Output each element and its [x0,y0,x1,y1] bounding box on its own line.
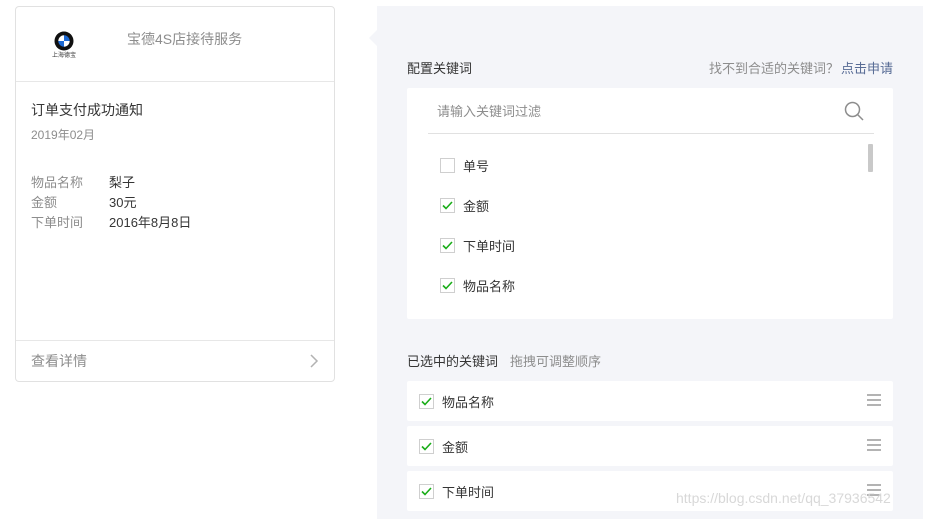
field-value: 30元 [109,195,137,210]
keyword-list-scrollbar[interactable] [868,144,873,172]
message-title: 订单支付成功通知 [31,102,143,118]
drag-handle-icon[interactable] [867,394,881,406]
keyword-option[interactable]: 金额 [440,196,489,215]
checkmark-icon [421,396,432,406]
checkmark-icon [421,486,432,496]
checkmark-icon [442,241,453,250]
checkbox-checked[interactable] [419,393,434,409]
field-key: 下单时间 [31,215,84,230]
keyword-option-label: 单号 [463,159,490,174]
keyword-tip: 找不到合适的关键词？ [708,61,839,76]
drag-handle-icon[interactable] [867,439,881,451]
bmw-logo-icon [54,31,74,51]
field-key: 物品名称 [31,175,84,190]
checkbox-checked[interactable] [440,238,455,253]
checkmark-icon [442,281,453,290]
field-value: 2016年8月8日 [109,215,192,230]
selected-section-header: 已选中的关键词 拖拽可调整顺序 [407,351,601,370]
keyword-option-label: 金额 [463,199,490,214]
message-date: 2019年02月 [31,128,96,142]
brand-logo: 上海德宝 [49,25,79,65]
message-preview-card: 上海德宝 宝德4S店接待服务 订单支付成功通知 2019年02月 物品名称 梨子… [15,6,335,382]
field-row: 物品名称 梨子 [31,173,319,193]
selected-hint: 拖拽可调整顺序 [510,354,602,369]
field-row: 金额 30元 [31,193,319,213]
view-details-label: 查看详情 [31,353,87,369]
view-details-link[interactable]: 查看详情 [16,340,334,381]
panel-pointer [369,30,377,46]
checkmark-icon [421,441,432,451]
field-value: 梨子 [109,175,136,190]
brand-name: 宝德4S店接待服务 [127,31,243,47]
field-key: 金额 [31,195,58,210]
field-row: 下单时间 2016年8月8日 [31,213,319,233]
keyword-section-header: 配置关键词 找不到合适的关键词？ 点击申请 [407,58,893,77]
keyword-list-box: 单号 金额 下单时间 物品名称 [407,88,893,319]
selected-keyword-row[interactable]: 物品名称 [407,381,893,421]
checkbox-checked[interactable] [440,278,455,293]
keyword-option-label: 下单时间 [463,239,516,254]
watermark: https://blog.csdn.net/qq_37936542 [676,490,891,506]
checkmark-icon [442,201,453,210]
keyword-option[interactable]: 单号 [440,156,489,175]
selected-heading: 已选中的关键词 [407,354,499,369]
selected-keyword-label: 物品名称 [442,394,495,410]
keyword-config-panel: 配置关键词 找不到合适的关键词？点击申请 单号 金额 [369,6,923,519]
checkbox-checked[interactable] [419,438,434,454]
selected-keyword-label: 下单时间 [442,484,495,500]
card-header: 上海德宝 宝德4S店接待服务 [16,7,334,82]
checkbox-unchecked[interactable] [440,158,455,173]
checkbox-checked[interactable] [419,483,434,499]
keyword-option[interactable]: 下单时间 [440,236,515,255]
selected-keyword-label: 金额 [442,439,469,455]
apply-keyword-link[interactable]: 点击申请 [841,61,893,76]
keyword-heading: 配置关键词 [407,61,473,76]
card-body: 订单支付成功通知 2019年02月 物品名称 梨子 金额 30元 下单时间 20… [16,82,334,233]
keyword-tip-wrap: 找不到合适的关键词？ 点击申请 [709,58,893,77]
keyword-search-input[interactable] [428,88,808,134]
keyword-option-label: 物品名称 [463,279,516,294]
checkbox-checked[interactable] [440,198,455,213]
keyword-option[interactable]: 物品名称 [440,276,515,295]
keyword-search [428,88,874,134]
chevron-right-icon [310,354,319,368]
selected-keyword-row[interactable]: 金额 [407,426,893,466]
template-message-config: 上海德宝 宝德4S店接待服务 订单支付成功通知 2019年02月 物品名称 梨子… [0,0,928,519]
message-fields: 物品名称 梨子 金额 30元 下单时间 2016年8月8日 [31,173,319,233]
logo-caption: 上海德宝 [51,53,76,59]
search-icon[interactable] [844,101,864,121]
